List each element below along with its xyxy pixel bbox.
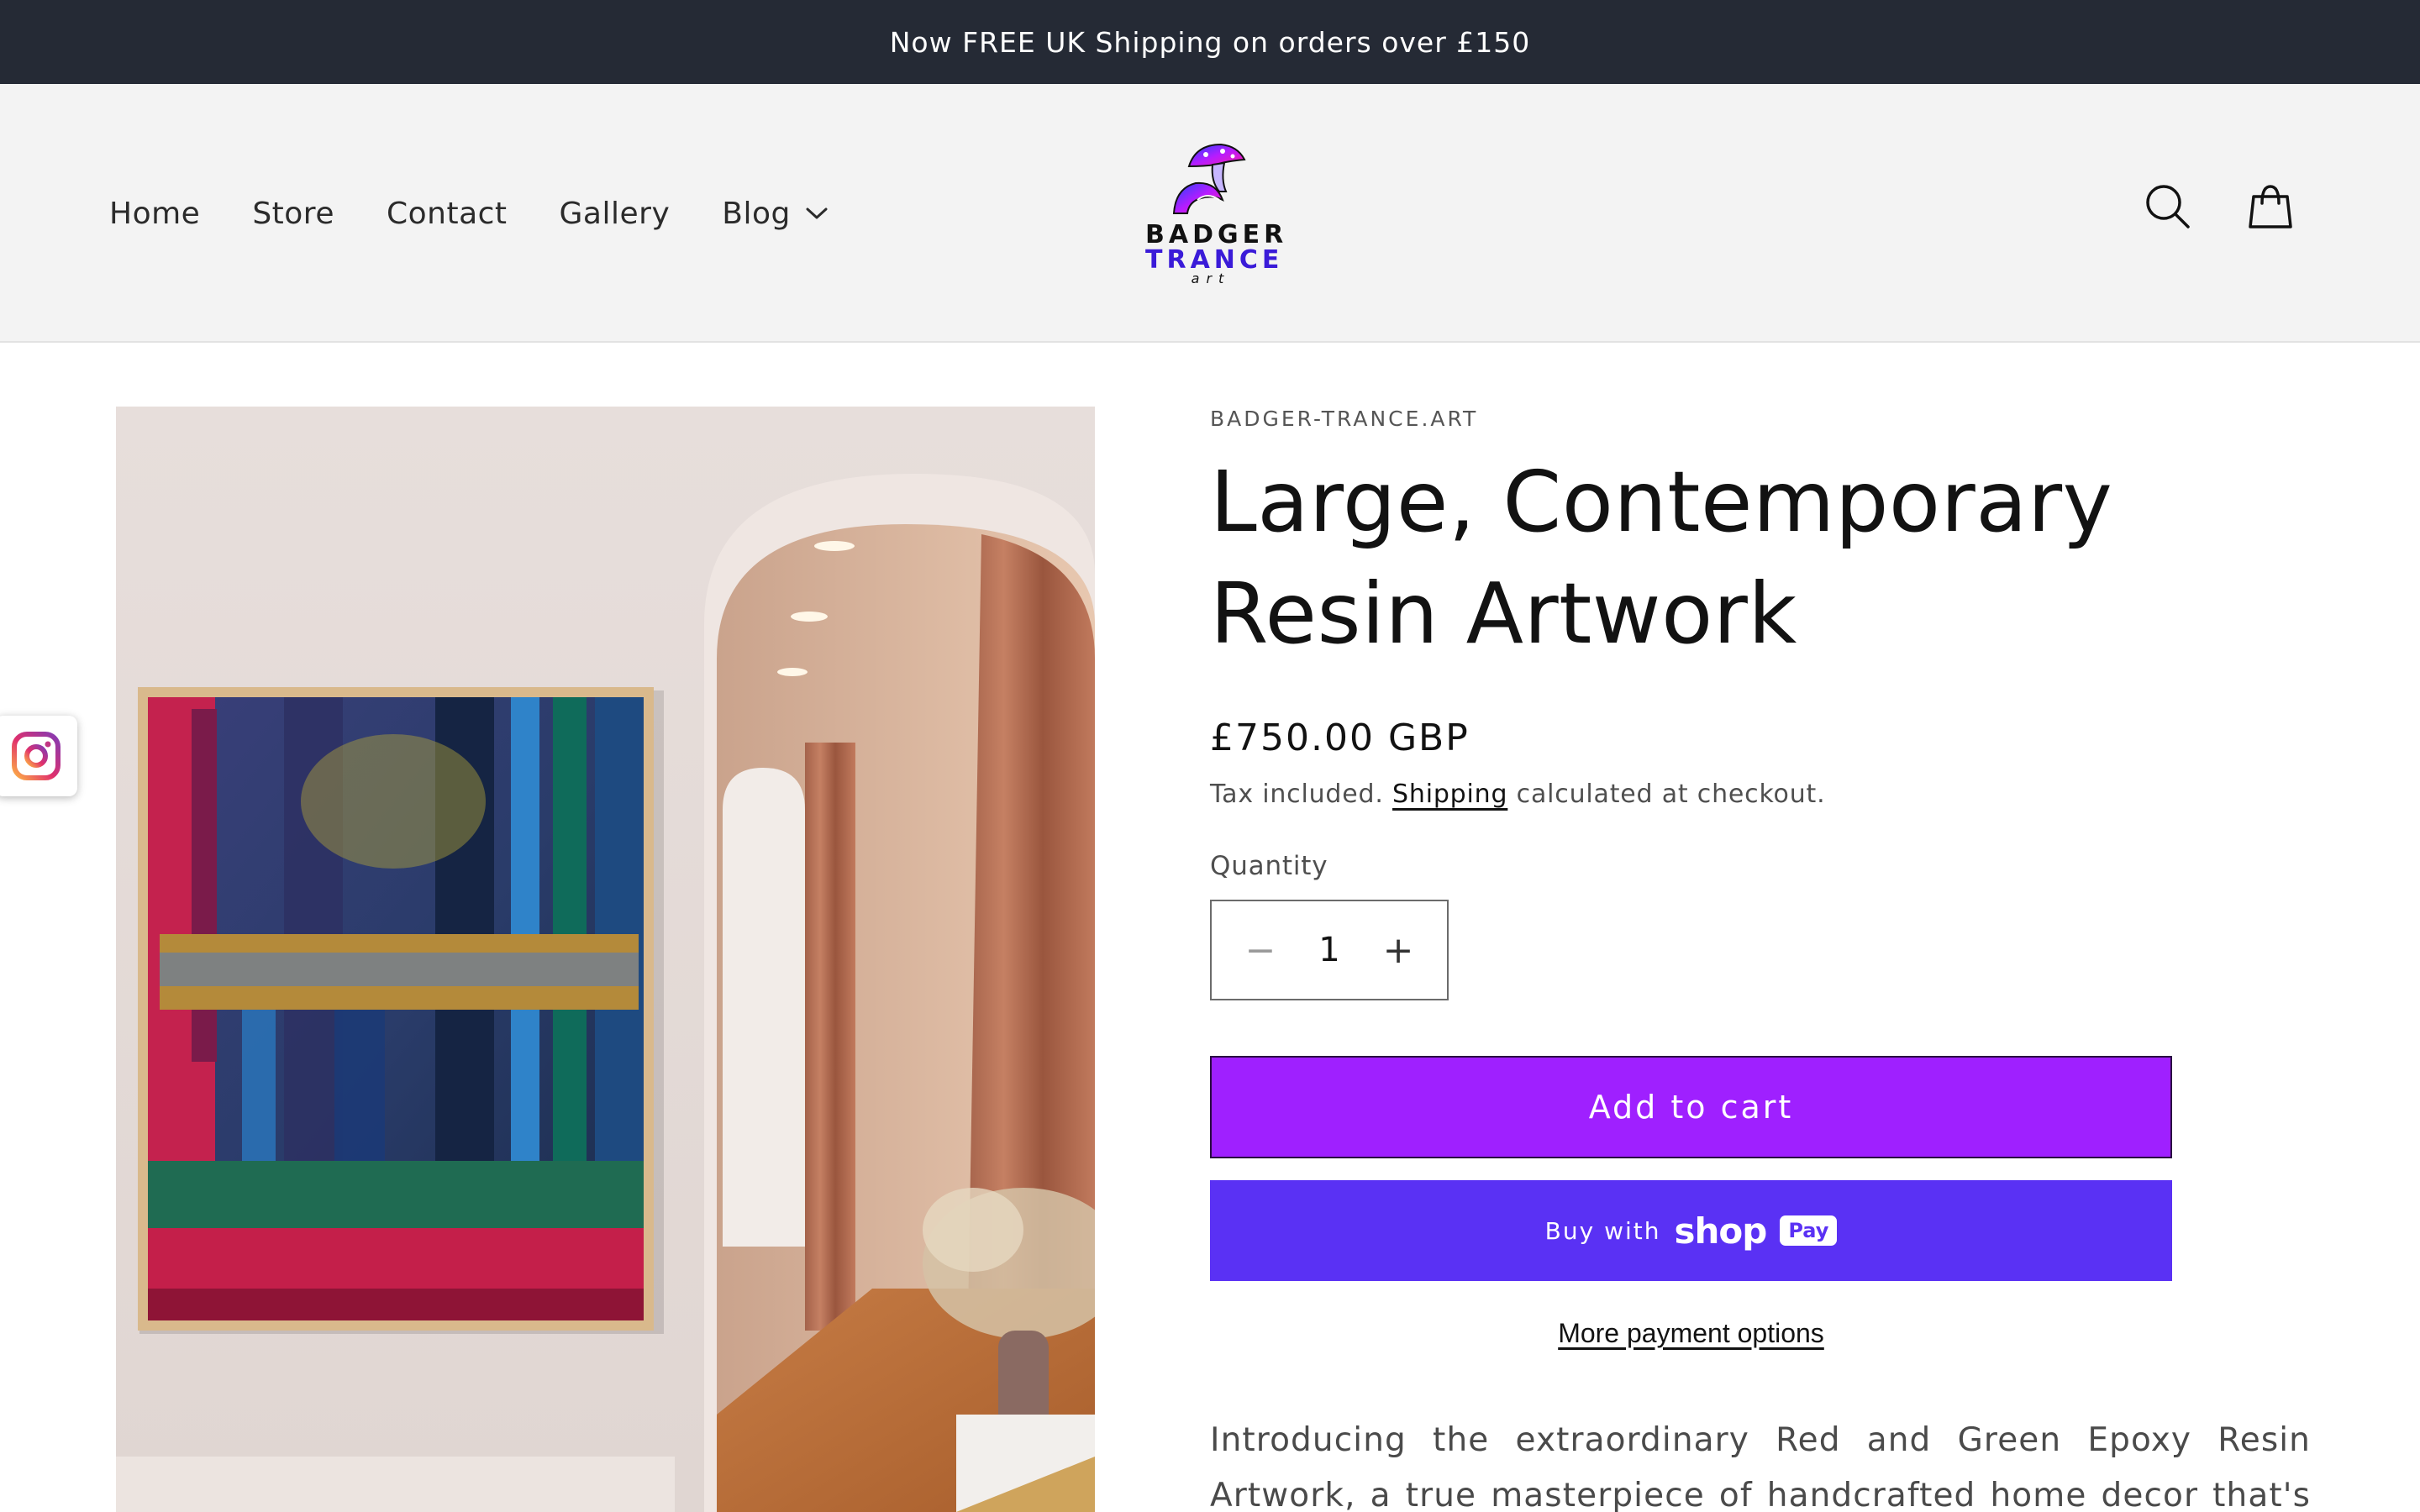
quantity-decrease-button[interactable]: − [1244,929,1277,972]
logo-line-3: art [1191,270,1231,286]
shop-pay-prefix: Buy with [1544,1216,1661,1245]
nav-item-gallery[interactable]: Gallery [560,197,671,231]
quantity-input[interactable] [1296,931,1363,969]
cart-icon[interactable] [2245,181,2296,232]
product-info: BADGER-TRANCE.ART Large, Contemporary Re… [1210,407,2311,1512]
tax-suffix: calculated at checkout. [1507,780,1826,809]
nav-item-store[interactable]: Store [252,197,334,231]
product-photo [116,407,1095,1512]
nav-label: Home [109,196,201,231]
main-nav: Home Store Contact Gallery Blog [109,84,828,343]
announcement-bar: Now FREE UK Shipping on orders over £150 [0,0,2420,84]
shipping-link[interactable]: Shipping [1392,780,1507,809]
quantity-stepper: − + [1210,900,1449,1000]
instagram-icon [12,732,60,780]
nav-label: Store [252,196,334,231]
tax-note: Tax included. Shipping calculated at che… [1210,780,2311,809]
nav-label: Gallery [559,196,671,231]
search-icon[interactable] [2143,181,2193,232]
shop-pay-pill: Pay [1780,1215,1838,1246]
product-image[interactable] [116,407,1095,1512]
product-title: Large, Contemporary Resin Artwork [1210,453,2113,663]
chevron-down-icon [806,207,828,219]
nav-label: Contact [386,196,508,231]
announcement-text: Now FREE UK Shipping on orders over £150 [889,25,1531,59]
more-payment-options: More payment options [1210,1318,2172,1349]
product-vendor: BADGER-TRANCE.ART [1210,407,1479,431]
header-icons [2143,181,2296,232]
add-to-cart-button[interactable]: Add to cart [1210,1056,2172,1158]
nav-item-blog[interactable]: Blog [722,197,828,231]
tax-prefix: Tax included. [1210,780,1393,809]
site-header: Home Store Contact Gallery Blog BADGER T… [0,84,2420,343]
instagram-float-button[interactable] [0,716,77,796]
product-description: Introducing the extraordinary Red and Gr… [1210,1421,2311,1512]
site-logo[interactable]: BADGER TRANCE art [1145,139,1283,286]
quantity-increase-button[interactable]: + [1381,929,1415,972]
nav-item-contact[interactable]: Contact [387,197,508,231]
nav-item-home[interactable]: Home [109,197,200,231]
shop-pay-button[interactable]: Buy with shop Pay [1210,1180,2172,1281]
nav-label: Blog [722,196,791,231]
more-payment-options-link[interactable]: More payment options [1558,1318,1824,1348]
quantity-label: Quantity [1210,851,1328,881]
shop-pay-brand: shop [1674,1210,1767,1252]
product-price: £750.00 GBP [1210,717,1470,759]
mushroom-logo-icon [1172,143,1246,214]
